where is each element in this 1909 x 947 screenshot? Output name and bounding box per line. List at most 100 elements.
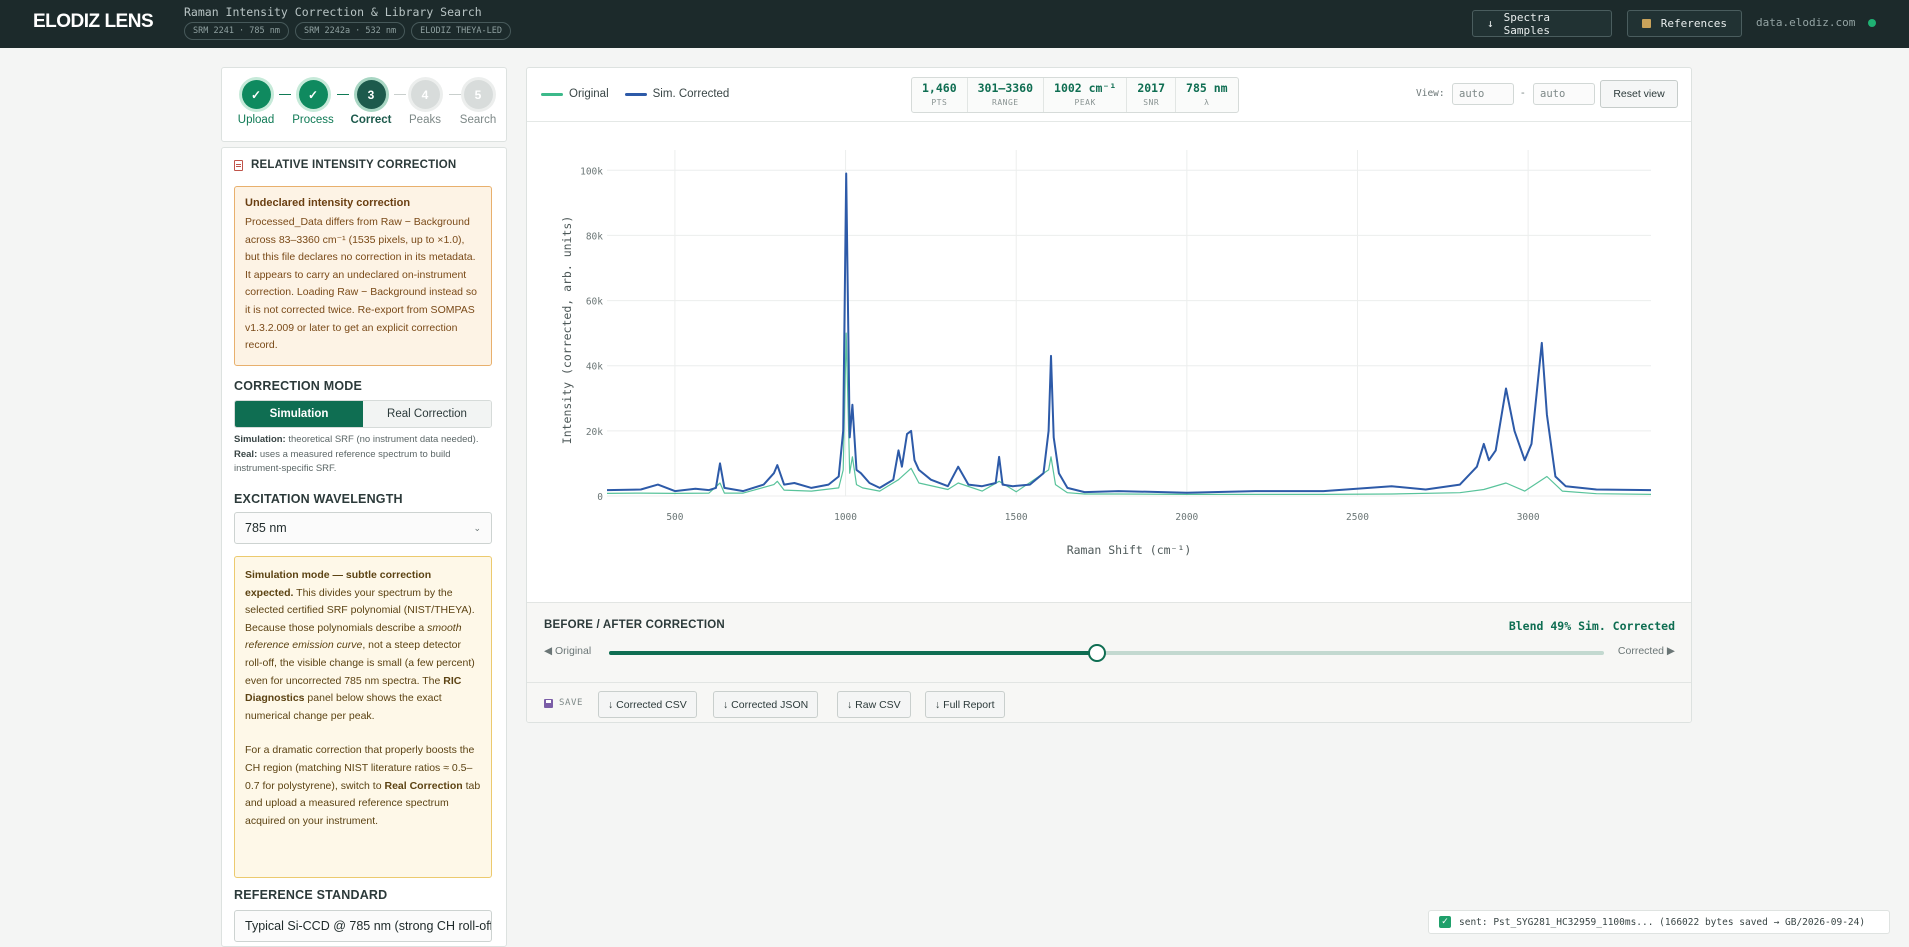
warning-body: Processed_Data differs from Raw − Backgr…	[245, 216, 478, 352]
save-toolbar: SAVE ↓ Corrected CSV ↓ Corrected JSON ↓ …	[527, 682, 1691, 722]
chip-theya-led: ELODIZ THEYA-LED	[411, 22, 512, 40]
real-correction-mode-tab[interactable]: Real Correction	[363, 401, 491, 427]
download-corrected-csv-button[interactable]: ↓ Corrected CSV	[598, 691, 697, 718]
stat-key: SNR	[1143, 98, 1160, 107]
references-button[interactable]: References	[1627, 10, 1742, 37]
series-line-original	[606, 332, 1652, 495]
plot-series	[606, 172, 1652, 495]
step-upload-label: Upload	[237, 114, 275, 126]
view-max-input[interactable]	[1533, 83, 1595, 105]
x-tick-label: 500	[666, 512, 683, 523]
legend-item-corrected[interactable]: Sim. Corrected	[624, 88, 729, 100]
view-range-label: View:	[1416, 88, 1445, 99]
reference-chips: SRM 2241 · 785 nm SRM 2242a · 532 nm ELO…	[184, 22, 512, 40]
y-tick-label: 60k	[586, 297, 603, 308]
legend-swatch-corrected	[624, 92, 647, 96]
view-min-input[interactable]	[1452, 83, 1514, 105]
plot-grid	[607, 150, 1651, 497]
view-range-separator: -	[1521, 87, 1525, 99]
step-upload[interactable]: ✓ Upload	[228, 80, 284, 126]
x-tick-label: 1000	[834, 512, 857, 523]
undeclared-correction-warning: Undeclared intensity correction Processe…	[234, 186, 492, 366]
legend-label-original: Original	[569, 88, 609, 100]
step-search-label: Search	[459, 114, 497, 126]
x-axis-label: Raman Shift (cm⁻¹)	[1067, 543, 1192, 557]
floppy-disk-icon	[544, 698, 553, 708]
chip-srm-2242a: SRM 2242a · 532 nm	[295, 22, 406, 40]
stat-key: PEAK	[1074, 98, 1096, 107]
download-arrow-icon: ↓	[1487, 17, 1494, 30]
plot-axes: 500 1000 1500 2000 2500 3000 0 20k 40k 60k 80k 100k	[580, 166, 1540, 523]
download-full-report-button[interactable]: ↓ Full Report	[925, 691, 1005, 718]
step-peaks[interactable]: 4 Peaks	[397, 80, 453, 126]
notification-text: sent: Pst_SYG281_HC32959_1100ms... (1660…	[1459, 916, 1866, 928]
blend-slider[interactable]	[609, 644, 1604, 662]
legend-item-original[interactable]: Original	[541, 88, 609, 100]
stat-wavelength: 785 nm λ	[1176, 78, 1238, 112]
correction-panel: RELATIVE INTENSITY CORRECTION Undeclared…	[221, 147, 507, 947]
step-process-check-icon: ✓	[298, 80, 328, 109]
app-logo[interactable]: ELODIZ LENS	[33, 11, 154, 33]
spectrum-stats: 1,460 PTS 301–3360 RANGE 1002 cm⁻¹ PEAK 201…	[911, 77, 1239, 113]
simulation-info-box: Simulation mode — subtle correction expe…	[234, 556, 492, 878]
download-raw-csv-button[interactable]: ↓ Raw CSV	[837, 691, 911, 718]
spectrum-card: Original Sim. Corrected 1,460 PTS 301–336…	[526, 67, 1692, 723]
step-search-number: 5	[463, 80, 493, 109]
stat-peak: 1002 cm⁻¹ PEAK	[1044, 78, 1128, 112]
stat-range: 301–3360 RANGE	[968, 78, 1045, 112]
step-correct-label: Correct	[350, 114, 392, 126]
domain-link[interactable]: data.elodiz.com	[1756, 16, 1855, 29]
spectra-samples-label: Spectra Samples	[1503, 10, 1550, 37]
download-corrected-json-button[interactable]: ↓ Corrected JSON	[713, 691, 819, 718]
chip-srm-2241: SRM 2241 · 785 nm	[184, 22, 289, 40]
stat-points: 1,460 PTS	[912, 78, 968, 112]
real-correction-mention: Real Correction	[384, 779, 463, 792]
reference-standard-label: REFERENCE STANDARD	[234, 888, 388, 902]
mode-help-text: Simulation: theoretical SRF (no instrume…	[234, 433, 496, 477]
y-tick-label: 0	[597, 492, 603, 503]
save-label: SAVE	[544, 698, 583, 708]
help-sim-key: Simulation:	[234, 434, 286, 445]
chart-legend: Original Sim. Corrected	[541, 88, 729, 100]
spectrum-plot[interactable]: 500 1000 1500 2000 2500 3000 0 20k 40k 60k 80k 100k…	[527, 122, 1692, 602]
blend-slider-thumb[interactable]	[1087, 644, 1106, 662]
top-bar: ELODIZ LENS Raman Intensity Correction &…	[0, 0, 1909, 48]
before-after-title: BEFORE / AFTER CORRECTION	[544, 619, 725, 631]
chevron-down-icon: ⌄	[473, 522, 481, 533]
series-line-corrected	[606, 172, 1652, 494]
stat-key: RANGE	[992, 98, 1019, 107]
reference-standard-value: Typical Si-CCD @ 785 nm (strong CH roll-…	[245, 919, 492, 933]
connection-status-icon	[1868, 19, 1876, 27]
help-real-text: uses a measured reference spectrum to bu…	[234, 448, 451, 475]
step-search[interactable]: 5 Search	[450, 80, 506, 126]
correction-mode-label: CORRECTION MODE	[234, 379, 362, 393]
stat-value: 2017	[1137, 81, 1166, 95]
stat-key: λ	[1204, 98, 1210, 107]
excitation-wavelength-select[interactable]: 785 nm ⌄	[234, 512, 492, 544]
help-sim-text: theoretical SRF (no instrument data need…	[285, 434, 479, 445]
x-tick-label: 1500	[1005, 512, 1028, 523]
clipboard-icon	[234, 159, 243, 171]
ric-section-title: RELATIVE INTENSITY CORRECTION	[251, 159, 457, 171]
reference-standard-select[interactable]: Typical Si-CCD @ 785 nm (strong CH roll-…	[234, 910, 492, 942]
check-icon: ✓	[1439, 916, 1451, 928]
x-tick-label: 3000	[1517, 512, 1540, 523]
step-process[interactable]: ✓ Process	[285, 80, 341, 126]
y-axis-label: Intensity (corrected, arb. units)	[560, 216, 574, 444]
help-real-key: Real:	[234, 448, 258, 460]
simulation-mode-tab[interactable]: Simulation	[235, 401, 363, 427]
step-upload-check-icon: ✓	[241, 80, 271, 109]
save-notification[interactable]: ✓ sent: Pst_SYG281_HC32959_1100ms... (16…	[1428, 910, 1890, 934]
wavelength-value: 785 nm	[245, 521, 287, 535]
before-after-panel: BEFORE / AFTER CORRECTION Blend 49% Sim.…	[527, 602, 1691, 722]
step-correct-number: 3	[356, 80, 386, 109]
book-icon	[1642, 19, 1651, 28]
spectra-samples-button[interactable]: ↓ Spectra Samples	[1472, 10, 1612, 37]
blend-readout: Blend 49% Sim. Corrected	[1508, 619, 1675, 633]
stat-key: PTS	[931, 98, 948, 107]
slider-original-label: ◀ Original	[544, 645, 592, 657]
step-correct[interactable]: 3 Correct	[343, 80, 399, 126]
reset-view-button[interactable]: Reset view	[1600, 80, 1678, 108]
step-process-label: Process	[292, 114, 334, 126]
x-tick-label: 2500	[1346, 512, 1369, 523]
